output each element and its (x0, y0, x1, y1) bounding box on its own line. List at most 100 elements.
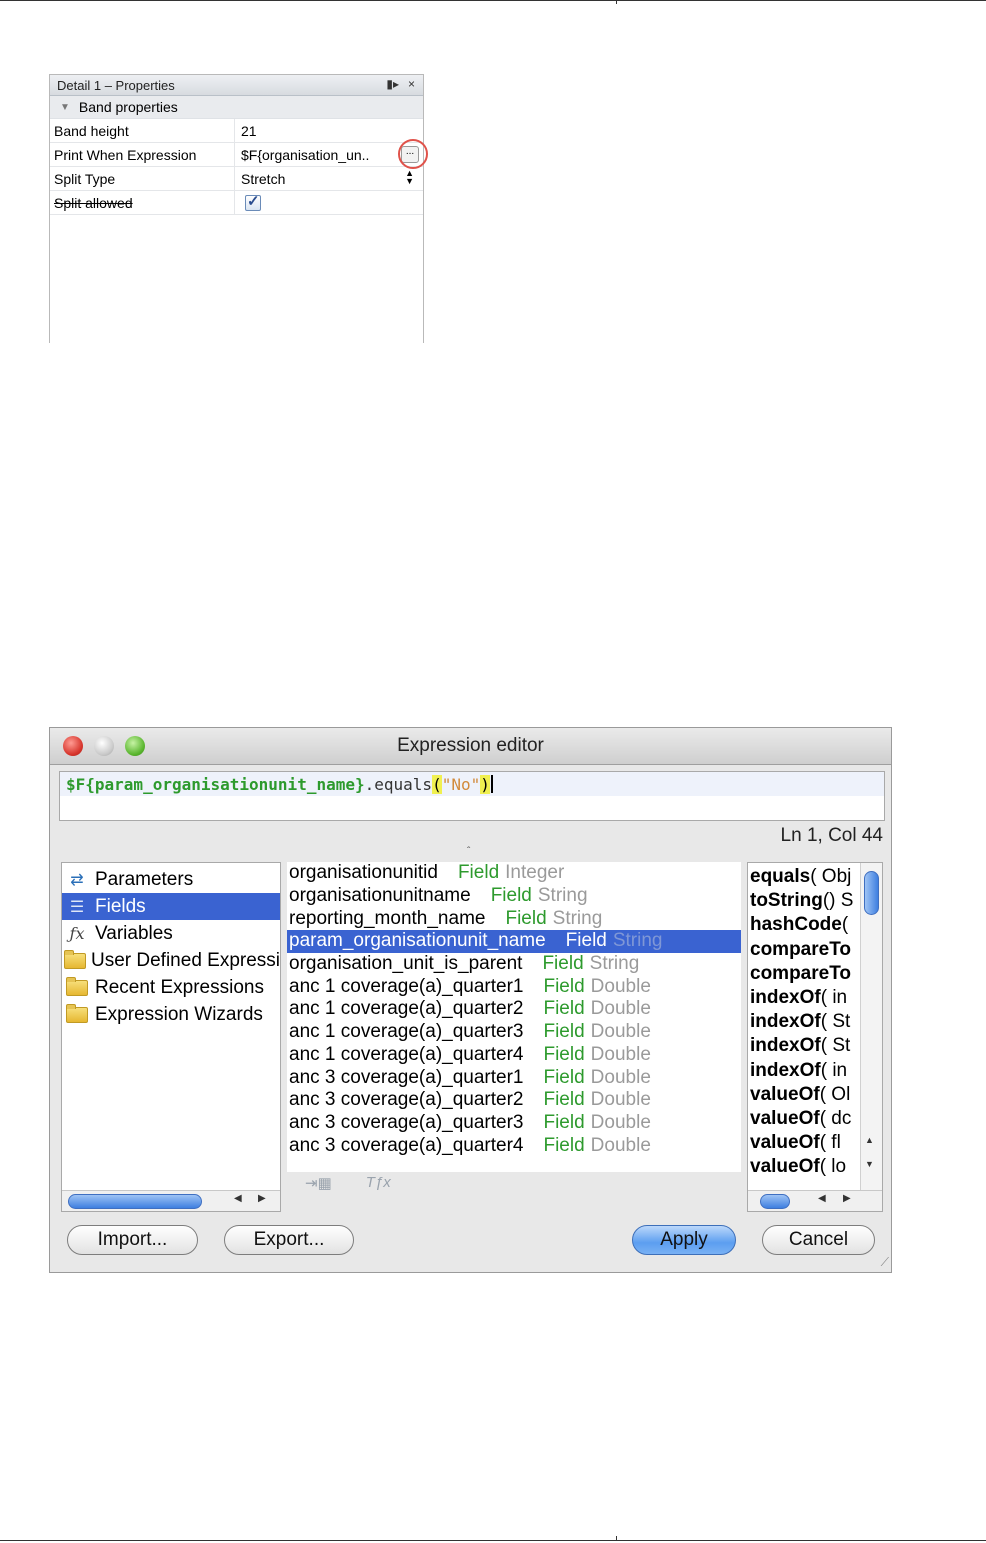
collapse-triangle-icon[interactable]: ▼ (60, 102, 70, 113)
import-button[interactable]: Import... (67, 1225, 198, 1255)
properties-panel-title: Detail 1 – Properties (57, 77, 175, 93)
checkmark-icon: ✓ (247, 192, 260, 210)
filter-function-icon[interactable]: Tƒx (366, 1174, 391, 1192)
field-kind: Field (543, 998, 585, 1020)
field-kind: Field (543, 1089, 585, 1111)
expression-editor-window: Expression editor $F{param_organisationu… (49, 727, 892, 1273)
method-signature: ( St (820, 1035, 851, 1057)
band-height-value[interactable]: 21 (235, 119, 423, 142)
property-row-split-allowed[interactable]: Split allowed ✓ (50, 191, 423, 215)
field-list-item[interactable]: anc 3 coverage(a)_quarter2 Field Double (287, 1089, 741, 1112)
field-class: Double (590, 1021, 651, 1043)
split-allowed-checkbox[interactable]: ✓ (245, 192, 261, 211)
export-button[interactable]: Export... (224, 1225, 354, 1255)
tree-item-user-defined-expressions[interactable]: User Defined Expressions (62, 947, 280, 974)
field-list-item[interactable]: reporting_month_name Field String (287, 907, 741, 930)
methods-vscrollbar[interactable]: ▲ ▼ (860, 863, 882, 1191)
tree-item-parameters[interactable]: ⇄ Parameters (62, 866, 280, 893)
scroll-left-icon[interactable]: ◀ (818, 1193, 826, 1204)
field-list-item[interactable]: anc 1 coverage(a)_quarter1 Field Double (287, 975, 741, 998)
field-class: Double (590, 975, 651, 997)
print-when-expression-value[interactable]: $F{organisation_un.. (241, 147, 369, 163)
tree-item-fields[interactable]: ☰ Fields (62, 893, 280, 920)
field-class: String (589, 953, 640, 975)
field-class: String (612, 930, 663, 952)
band-properties-section[interactable]: ▼ Band properties (50, 96, 423, 119)
methods-list: equals( Obj toString() ShashCode(compareT… (747, 862, 883, 1212)
list-actions: ⇥▦ Tƒx (305, 1174, 391, 1192)
expression-line: $F{param_organisationunit_name} .equals("… (60, 772, 884, 796)
split-allowed-cell: ✓ (235, 191, 423, 214)
field-kind: Field (457, 862, 500, 884)
field-list-item[interactable]: anc 3 coverage(a)_quarter1 Field Double (287, 1066, 741, 1089)
property-row-print-when-expression[interactable]: Print When Expression $F{organisation_un… (50, 139, 428, 169)
bottom-rule (0, 1540, 986, 1541)
field-list-item[interactable]: anc 1 coverage(a)_quarter4 Field Double (287, 1044, 741, 1067)
method-signature: ( in (820, 987, 848, 1009)
fields-list: organisationunitid Field Integer organisati… (287, 862, 741, 1172)
field-class: String (537, 885, 588, 907)
section-label: Band properties (78, 99, 178, 115)
scroll-right-icon[interactable]: ▶ (843, 1193, 851, 1204)
scroll-right-icon[interactable]: ▶ (258, 1193, 266, 1204)
splitter-handle-icon[interactable]: ˆ (467, 846, 470, 857)
function-icon: ƒx (69, 924, 85, 943)
category-tree: ⇄ Parameters ☰ Fields ƒx Variables User … (61, 862, 281, 1212)
method-signature: ( lo (819, 1156, 847, 1178)
field-class: Integer (505, 862, 565, 884)
tree-item-expression-wizards[interactable]: Expression Wizards (62, 1001, 280, 1028)
resize-grip-icon[interactable]: ⟋ (881, 1255, 889, 1270)
folder-icon (64, 949, 86, 972)
field-list-item[interactable]: param_organisationunit_name Field String (287, 930, 741, 953)
methods-hscrollbar[interactable]: ◀ ▶ (748, 1190, 882, 1211)
field-list-item[interactable]: organisation_unit_is_parent Field String (287, 953, 741, 976)
field-list-item[interactable]: anc 1 coverage(a)_quarter2 Field Double (287, 998, 741, 1021)
properties-panel-titlebar: Detail 1 – Properties ▮▸ × (50, 75, 423, 96)
field-list-item[interactable]: organisationunitid Field Integer (287, 862, 741, 885)
window-titlebar[interactable]: Expression editor (50, 728, 891, 765)
scroll-down-icon[interactable]: ▼ (865, 1159, 874, 1169)
print-when-expression-cell: $F{organisation_un.. ... (235, 139, 428, 169)
field-list-item[interactable]: anc 3 coverage(a)_quarter4 Field Double (287, 1134, 741, 1157)
apply-button[interactable]: Apply (632, 1225, 736, 1255)
scroll-up-icon[interactable]: ▲ (865, 1135, 874, 1145)
method-signature: () S (822, 890, 854, 912)
field-class: Double (590, 1066, 651, 1088)
property-key: Print When Expression (50, 143, 235, 166)
field-class: Double (590, 1111, 651, 1133)
field-kind: Field (505, 907, 547, 929)
scroll-thumb[interactable] (760, 1194, 790, 1209)
field-name: anc 1 coverage(a)_quarter3 (289, 1021, 524, 1043)
tree-item-label: Fields (95, 895, 146, 917)
method-signature: ( Obj (810, 866, 852, 888)
tree-item-label: User Defined Expressions (91, 949, 281, 971)
scroll-thumb[interactable] (864, 871, 879, 915)
method-name: hashCode (750, 914, 842, 936)
pin-icon[interactable]: ▮▸ (386, 77, 399, 91)
close-icon[interactable]: × (408, 77, 415, 91)
split-type-select[interactable]: Stretch (241, 171, 285, 187)
category-tree-hscrollbar[interactable]: ◀ ▶ (62, 1190, 280, 1211)
field-list-item[interactable]: organisationunitname Field String (287, 885, 741, 908)
tree-item-label: Parameters (95, 868, 194, 890)
property-row-band-height[interactable]: Band height 21 (50, 119, 423, 143)
scroll-left-icon[interactable]: ◀ (234, 1193, 242, 1204)
field-name: anc 1 coverage(a)_quarter4 (289, 1043, 524, 1065)
method-name: indexOf (750, 987, 821, 1009)
field-list-item[interactable]: anc 1 coverage(a)_quarter3 Field Double (287, 1021, 741, 1044)
expression-textarea[interactable]: $F{param_organisationunit_name} .equals("… (59, 771, 885, 821)
expression-method-token: .equals (364, 774, 433, 794)
tree-item-recent-expressions[interactable]: Recent Expressions (62, 974, 280, 1001)
cancel-button[interactable]: Cancel (762, 1225, 875, 1255)
expression-close-paren: ) (480, 774, 490, 794)
insert-field-icon[interactable]: ⇥▦ (305, 1174, 332, 1192)
field-name: anc 3 coverage(a)_quarter4 (289, 1134, 524, 1156)
parameters-icon: ⇄ (70, 871, 84, 889)
scroll-thumb[interactable] (68, 1194, 202, 1209)
property-row-split-type[interactable]: Split Type Stretch ▲ ▼ (50, 167, 423, 191)
updown-arrows-icon[interactable]: ▲ ▼ (405, 169, 414, 186)
method-name: valueOf (750, 1107, 820, 1129)
tree-item-variables[interactable]: ƒx Variables (62, 920, 280, 947)
field-kind: Field (543, 975, 585, 997)
field-list-item[interactable]: anc 3 coverage(a)_quarter3 Field Double (287, 1112, 741, 1135)
